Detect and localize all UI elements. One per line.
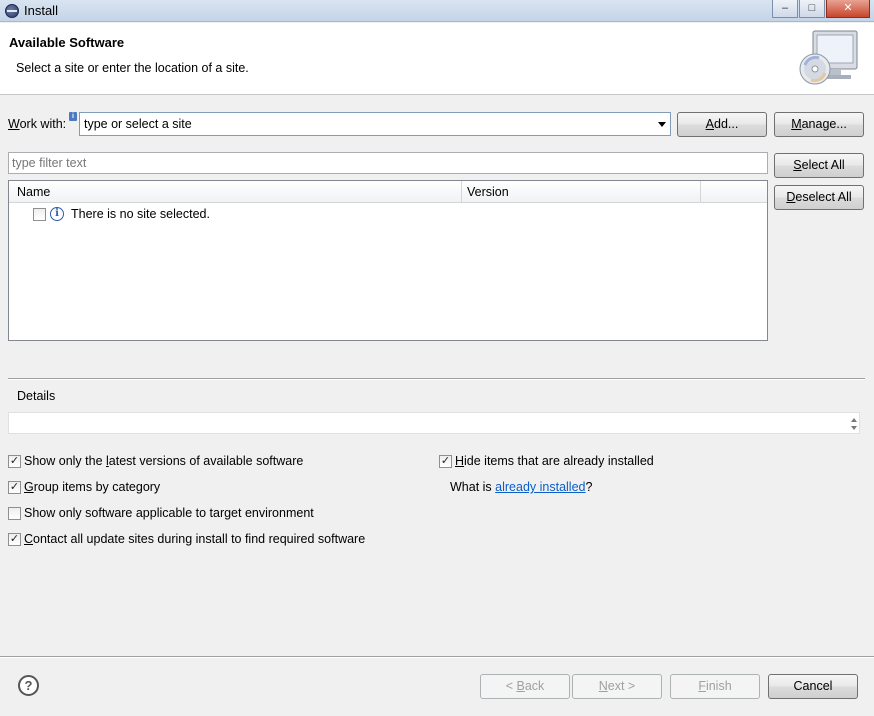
computer-cd-icon [799, 30, 858, 85]
hide-installed-label: Hide items that are already installed [455, 454, 654, 468]
column-header-name[interactable]: Name [17, 185, 50, 199]
work-with-combo[interactable]: type or select a site [79, 112, 671, 136]
already-installed-link[interactable]: already installed [495, 480, 585, 494]
window-title: Install [24, 3, 58, 18]
what-is-installed-text: What is already installed? [450, 480, 593, 494]
details-separator [8, 378, 865, 380]
work-with-label: Work with: [8, 117, 67, 131]
group-by-category-checkbox[interactable] [8, 481, 21, 494]
content-assist-info-icon: i [69, 112, 77, 121]
cancel-button[interactable]: Cancel [768, 674, 858, 699]
dropdown-arrow-icon[interactable] [658, 122, 666, 127]
latest-versions-label: Show only the latest versions of availab… [24, 454, 304, 468]
maximize-button[interactable]: □ [799, 0, 825, 18]
deselect-all-button[interactable]: Deselect All [774, 185, 864, 210]
table-row[interactable]: i There is no site selected. [9, 205, 767, 225]
group-by-category-label: Group items by category [24, 480, 161, 494]
page-title: Available Software [9, 35, 125, 50]
next-button[interactable]: Next > [572, 674, 662, 699]
filter-placeholder: type filter text [12, 156, 87, 170]
manage-button[interactable]: Manage... [774, 112, 864, 137]
footer-separator [0, 656, 874, 658]
work-with-combo-value: type or select a site [84, 117, 192, 131]
title-bar: Install – □ ✕ [0, 0, 874, 22]
finish-button[interactable]: Finish [670, 674, 760, 699]
contact-update-sites-checkbox[interactable] [8, 533, 21, 546]
target-environment-label: Show only software applicable to target … [24, 506, 314, 520]
table-header: Name Version [9, 181, 767, 203]
row-text: There is no site selected. [71, 207, 210, 221]
row-checkbox[interactable] [33, 208, 46, 221]
select-all-button[interactable]: Select All [774, 153, 864, 178]
scroll-down-arrow-icon[interactable] [851, 426, 857, 430]
eclipse-app-icon [5, 4, 19, 18]
wizard-header: Available Software Select a site or ente… [0, 23, 874, 95]
latest-versions-checkbox[interactable] [8, 455, 21, 468]
target-environment-checkbox[interactable] [8, 507, 21, 520]
add-button[interactable]: Add... [677, 112, 767, 137]
column-header-version[interactable]: Version [467, 185, 509, 199]
minimize-button[interactable]: – [772, 0, 798, 18]
column-divider[interactable] [700, 181, 701, 203]
window-controls: – □ ✕ [772, 0, 870, 18]
help-icon[interactable]: ? [18, 675, 39, 696]
scroll-up-arrow-icon[interactable] [851, 418, 857, 422]
details-text-area[interactable] [8, 412, 860, 434]
filter-input[interactable]: type filter text [8, 152, 768, 174]
back-button[interactable]: < Back [480, 674, 570, 699]
column-divider[interactable] [461, 181, 462, 203]
software-table[interactable]: Name Version i There is no site selected… [8, 180, 768, 341]
hide-installed-checkbox[interactable] [439, 455, 452, 468]
close-button[interactable]: ✕ [826, 0, 870, 18]
page-subtitle: Select a site or enter the location of a… [16, 61, 249, 75]
info-icon: i [50, 207, 64, 221]
details-label: Details [17, 389, 56, 403]
contact-update-sites-label: Contact all update sites during install … [24, 532, 366, 546]
